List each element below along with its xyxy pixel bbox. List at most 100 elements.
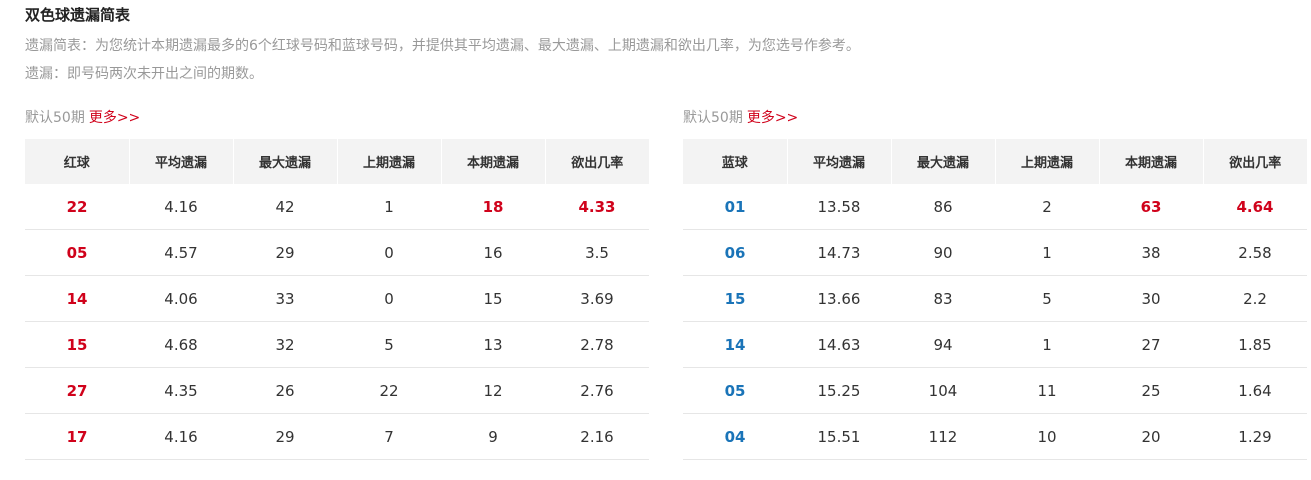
column-header: 本期遗漏 xyxy=(441,139,546,184)
last-omission-cell: 10 xyxy=(995,413,1099,460)
blue-ball-table: 蓝球 平均遗漏 最大遗漏 上期遗漏 本期遗漏 欲出几率 01 13.58 86 … xyxy=(683,139,1307,460)
max-omission-cell: 29 xyxy=(233,229,337,276)
probability-cell: 2.58 xyxy=(1203,229,1307,276)
last-omission-cell: 0 xyxy=(337,275,441,322)
current-omission-cell: 30 xyxy=(1099,275,1203,322)
avg-omission-cell: 13.58 xyxy=(787,184,891,230)
probability-cell: 2.78 xyxy=(545,321,649,368)
max-omission-cell: 29 xyxy=(233,413,337,460)
table-row: 05 4.57 29 0 16 3.5 xyxy=(25,229,649,276)
red-ball-table: 红球 平均遗漏 最大遗漏 上期遗漏 本期遗漏 欲出几率 22 4.16 42 1… xyxy=(25,139,649,460)
red-ball-number: 17 xyxy=(25,413,129,460)
probability-cell: 4.33 xyxy=(545,184,649,230)
red-ball-number: 05 xyxy=(25,229,129,276)
table-row: 17 4.16 29 7 9 2.16 xyxy=(25,413,649,460)
probability-cell: 1.29 xyxy=(1203,413,1307,460)
blue-panel-header: 默认50期 更多>> xyxy=(683,106,1307,130)
table-header-row: 红球 平均遗漏 最大遗漏 上期遗漏 本期遗漏 欲出几率 xyxy=(25,139,649,184)
blue-ball-number: 15 xyxy=(683,275,787,322)
last-omission-cell: 1 xyxy=(337,184,441,230)
current-omission-cell: 38 xyxy=(1099,229,1203,276)
column-header: 欲出几率 xyxy=(1203,139,1307,184)
avg-omission-cell: 4.06 xyxy=(129,275,233,322)
table-row: 15 13.66 83 5 30 2.2 xyxy=(683,275,1307,322)
last-omission-cell: 1 xyxy=(995,229,1099,276)
current-omission-cell: 15 xyxy=(441,275,545,322)
max-omission-cell: 32 xyxy=(233,321,337,368)
table-row: 14 4.06 33 0 15 3.69 xyxy=(25,275,649,322)
column-header: 本期遗漏 xyxy=(1099,139,1204,184)
avg-omission-cell: 4.16 xyxy=(129,413,233,460)
max-omission-cell: 42 xyxy=(233,184,337,230)
max-omission-cell: 90 xyxy=(891,229,995,276)
current-omission-cell: 25 xyxy=(1099,367,1203,414)
column-header: 最大遗漏 xyxy=(891,139,996,184)
max-omission-cell: 33 xyxy=(233,275,337,322)
current-omission-cell: 16 xyxy=(441,229,545,276)
table-row: 15 4.68 32 5 13 2.78 xyxy=(25,321,649,368)
last-omission-cell: 1 xyxy=(995,321,1099,368)
column-header: 蓝球 xyxy=(683,139,788,184)
omission-definition: 遗漏：即号码两次未开出之间的期数。 xyxy=(25,66,263,82)
current-omission-cell: 18 xyxy=(441,184,545,230)
default-period-label: 默认50期 xyxy=(25,110,85,126)
last-omission-cell: 5 xyxy=(995,275,1099,322)
max-omission-cell: 86 xyxy=(891,184,995,230)
probability-cell: 3.69 xyxy=(545,275,649,322)
column-header: 最大遗漏 xyxy=(233,139,338,184)
blue-ball-number: 01 xyxy=(683,184,787,230)
red-panel-header: 默认50期 更多>> xyxy=(25,106,649,130)
current-omission-cell: 13 xyxy=(441,321,545,368)
table-row: 27 4.35 26 22 12 2.76 xyxy=(25,367,649,414)
column-header: 上期遗漏 xyxy=(995,139,1100,184)
probability-cell: 4.64 xyxy=(1203,184,1307,230)
avg-omission-cell: 13.66 xyxy=(787,275,891,322)
current-omission-cell: 63 xyxy=(1099,184,1203,230)
last-omission-cell: 2 xyxy=(995,184,1099,230)
page-title: 双色球遗漏简表 xyxy=(25,6,131,24)
red-ball-panel: 默认50期 更多>> 红球 平均遗漏 最大遗漏 上期遗漏 本期遗漏 欲出几率 22… xyxy=(25,106,649,460)
avg-omission-cell: 15.51 xyxy=(787,413,891,460)
current-omission-cell: 27 xyxy=(1099,321,1203,368)
default-period-label: 默认50期 xyxy=(683,110,743,126)
avg-omission-cell: 4.16 xyxy=(129,184,233,230)
table-row: 06 14.73 90 1 38 2.58 xyxy=(683,229,1307,276)
column-header: 欲出几率 xyxy=(545,139,649,184)
last-omission-cell: 7 xyxy=(337,413,441,460)
avg-omission-cell: 14.63 xyxy=(787,321,891,368)
blue-ball-number: 05 xyxy=(683,367,787,414)
probability-cell: 2.2 xyxy=(1203,275,1307,322)
column-header: 平均遗漏 xyxy=(787,139,892,184)
max-omission-cell: 112 xyxy=(891,413,995,460)
avg-omission-cell: 15.25 xyxy=(787,367,891,414)
table-row: 04 15.51 112 10 20 1.29 xyxy=(683,413,1307,460)
more-link[interactable]: 更多>> xyxy=(747,110,798,126)
probability-cell: 1.85 xyxy=(1203,321,1307,368)
current-omission-cell: 9 xyxy=(441,413,545,460)
last-omission-cell: 22 xyxy=(337,367,441,414)
current-omission-cell: 20 xyxy=(1099,413,1203,460)
red-ball-number: 14 xyxy=(25,275,129,322)
column-header: 红球 xyxy=(25,139,130,184)
red-ball-number: 27 xyxy=(25,367,129,414)
table-row: 01 13.58 86 2 63 4.64 xyxy=(683,184,1307,230)
probability-cell: 2.76 xyxy=(545,367,649,414)
probability-cell: 3.5 xyxy=(545,229,649,276)
blue-ball-panel: 默认50期 更多>> 蓝球 平均遗漏 最大遗漏 上期遗漏 本期遗漏 欲出几率 01… xyxy=(683,106,1307,460)
max-omission-cell: 104 xyxy=(891,367,995,414)
avg-omission-cell: 4.35 xyxy=(129,367,233,414)
blue-ball-number: 04 xyxy=(683,413,787,460)
red-ball-number: 22 xyxy=(25,184,129,230)
avg-omission-cell: 4.68 xyxy=(129,321,233,368)
avg-omission-cell: 4.57 xyxy=(129,229,233,276)
more-link[interactable]: 更多>> xyxy=(89,110,140,126)
omission-table-description: 遗漏简表：为您统计本期遗漏最多的6个红球号码和蓝球号码，并提供其平均遗漏、最大遗… xyxy=(25,38,860,54)
column-header: 上期遗漏 xyxy=(337,139,442,184)
max-omission-cell: 26 xyxy=(233,367,337,414)
probability-cell: 1.64 xyxy=(1203,367,1307,414)
table-row: 05 15.25 104 11 25 1.64 xyxy=(683,367,1307,414)
table-header-row: 蓝球 平均遗漏 最大遗漏 上期遗漏 本期遗漏 欲出几率 xyxy=(683,139,1307,184)
last-omission-cell: 0 xyxy=(337,229,441,276)
max-omission-cell: 83 xyxy=(891,275,995,322)
last-omission-cell: 11 xyxy=(995,367,1099,414)
